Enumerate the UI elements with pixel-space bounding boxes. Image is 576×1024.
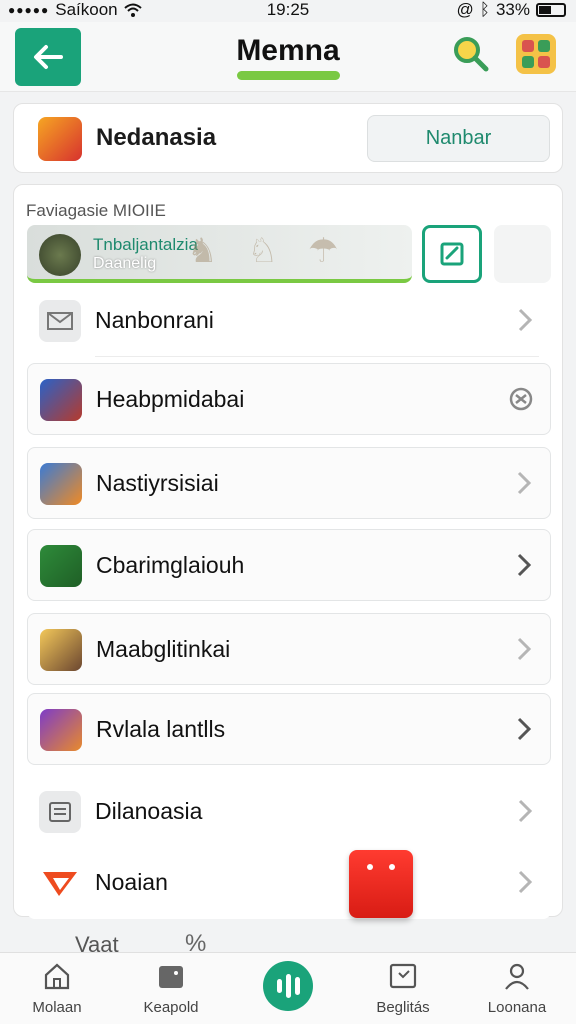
nav-home[interactable]: Molaan <box>2 961 112 1016</box>
chevron-right-icon <box>517 717 532 741</box>
list-item[interactable]: Dilanoasia <box>27 776 551 848</box>
chevron-right-icon <box>517 553 532 577</box>
game-icon <box>40 379 82 421</box>
settings-gear-icon <box>509 387 533 411</box>
status-right: @ ᛒ 33% <box>456 0 566 20</box>
list-item[interactable]: Nastiyrsisiai <box>27 447 551 519</box>
status-bar: ●●●●● Saíkoon 19:25 @ ᛒ 33% <box>0 0 576 22</box>
floating-dice-button[interactable] <box>349 850 413 918</box>
chevron-right-icon <box>517 637 532 661</box>
list-item-label: Noaian <box>95 869 168 895</box>
featured-subtitle: Daanelig <box>93 255 157 272</box>
list-item[interactable]: Maabglitinkai <box>27 613 551 685</box>
creature-icon <box>40 629 82 671</box>
home-icon <box>44 963 70 990</box>
bottom-nav: Molaan Keapold Beglitás Loonana <box>0 952 576 1024</box>
secondary-action-button[interactable] <box>494 225 551 283</box>
title-underline <box>237 71 340 80</box>
chevron-right-icon <box>518 870 533 894</box>
lock-rotation-icon: @ <box>456 0 474 19</box>
play-icon <box>39 862 81 904</box>
nav-label: Loonana <box>487 999 547 1016</box>
list-item-label: Nanbonrani <box>95 307 214 333</box>
list-item-label: Heabpmidabai <box>96 386 245 412</box>
list-item-label: Rvlala lantlls <box>96 716 226 742</box>
calendar-icon <box>389 963 417 989</box>
nav-label: Keapold <box>143 999 199 1016</box>
mail-icon <box>39 300 81 342</box>
list-item[interactable]: Rvlala lantlls <box>27 693 551 765</box>
bag-icon <box>159 966 183 988</box>
list-item[interactable]: Noaian <box>27 847 551 919</box>
battery-percent: 33% <box>495 0 530 19</box>
audio-bars-icon[interactable] <box>263 961 313 1011</box>
weapon-icon <box>40 545 82 587</box>
list-item[interactable]: Heabpmidabai <box>27 363 551 435</box>
profile-card[interactable]: Nedanasia Nanbar <box>13 103 563 173</box>
section-label: Faviagasie MIOIIE <box>26 201 166 220</box>
featured-title: Tnbaljantalzia <box>93 235 198 254</box>
calculator-icon <box>39 791 81 833</box>
bluetooth-icon: ᛒ <box>479 0 490 19</box>
battery-icon <box>536 3 566 17</box>
character-icon <box>40 463 82 505</box>
menu-list-panel: Faviagasie MIOIIE Tnbaljantalzia Daaneli… <box>13 184 563 919</box>
nav-shop[interactable]: Keapold <box>116 961 226 1016</box>
chevron-right-icon <box>517 471 532 495</box>
chevron-right-icon <box>518 308 533 332</box>
avatar <box>38 117 82 161</box>
list-item[interactable]: Cbarimglaiouh <box>27 529 551 601</box>
tool-icon <box>40 709 82 751</box>
user-icon <box>505 963 529 990</box>
header: Memna <box>0 22 576 92</box>
nav-label: Beglitás <box>376 999 430 1016</box>
list-item-label: Nastiyrsisiai <box>96 470 219 496</box>
featured-banner[interactable]: Tnbaljantalzia Daanelig ♞ ♘ ☂ <box>27 225 412 283</box>
chevron-right-icon <box>518 799 533 823</box>
list-item[interactable]: Nanbonrani <box>27 285 551 357</box>
nav-label: Molaan <box>32 999 82 1016</box>
featured-game-icon <box>39 234 81 276</box>
edit-check-button[interactable] <box>422 225 482 283</box>
divider <box>95 356 539 357</box>
profile-action-button[interactable]: Nanbar <box>367 115 550 162</box>
list-item-label: Maabglitinkai <box>96 636 231 662</box>
nav-calendar[interactable]: Beglitás <box>348 961 458 1016</box>
profile-name: Nedanasia <box>96 124 217 151</box>
featured-art-icons: ♞ ♘ ☂ <box>187 232 339 270</box>
edit-checkbox-icon <box>440 242 464 266</box>
apps-grid-icon[interactable] <box>516 34 556 74</box>
search-icon[interactable] <box>450 34 490 74</box>
list-item-label: Dilanoasia <box>95 798 203 824</box>
nav-profile[interactable]: Loonana <box>462 961 572 1016</box>
list-item-label: Cbarimglaiouh <box>96 552 245 578</box>
